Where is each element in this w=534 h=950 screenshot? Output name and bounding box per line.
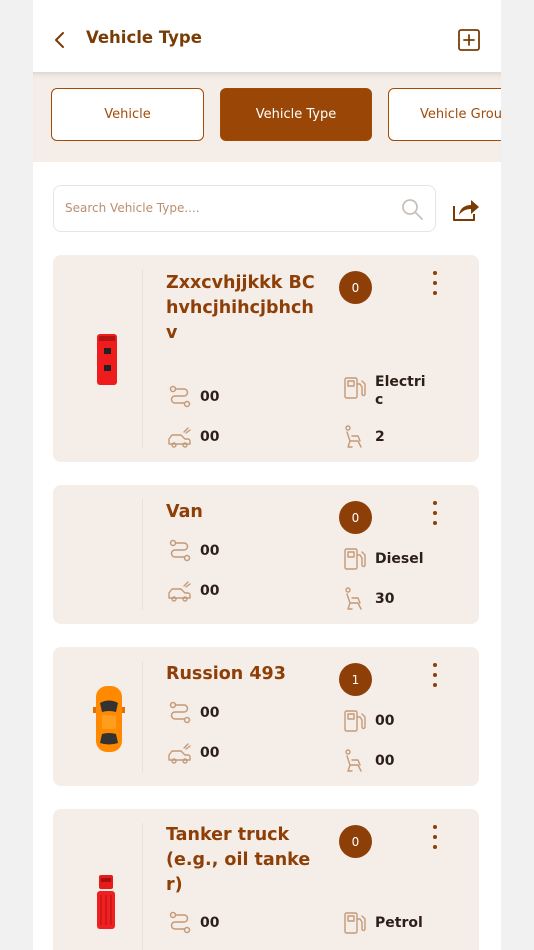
vehicle-count-badge: 0 (339, 271, 372, 304)
route-stat: 00 (167, 384, 219, 410)
seats-stat: 00 (342, 748, 394, 774)
vehicle-count-badge: 0 (339, 501, 372, 534)
vehicle-type-card[interactable]: Tanker truck (e.g., oil tanker) 0 00 Pet… (53, 809, 479, 950)
vehicle-count-badge: 0 (339, 825, 372, 858)
car-icon (168, 581, 191, 602)
add-plus-square-icon[interactable] (457, 28, 481, 52)
vehicle-type-name: Tanker truck (e.g., oil tanker) (166, 825, 311, 895)
fuel-type-stat: Petrol (342, 910, 423, 936)
seats-stat: 30 (342, 586, 394, 612)
car-icon (168, 743, 191, 764)
route-stat: 00 (167, 538, 219, 564)
fuel-pump-icon (344, 548, 366, 570)
more-options-icon[interactable] (425, 269, 445, 297)
seats-stat: 2 (342, 424, 385, 450)
fuel-type-stat: 00 (342, 708, 394, 734)
more-options-icon[interactable] (425, 823, 445, 851)
seat-icon (345, 425, 362, 448)
search-icon (402, 199, 423, 220)
car-stat: 00 (167, 424, 219, 450)
vehicle-count-badge: 1 (339, 663, 372, 696)
app-screen: Vehicle Type Vehicle Vehicle Type Vehicl… (33, 0, 501, 950)
vehicle-type-name: Van (166, 502, 203, 522)
tab-vehicle-type[interactable]: Vehicle Type (220, 88, 372, 141)
tab-vehicle[interactable]: Vehicle (51, 88, 204, 141)
more-options-icon[interactable] (425, 499, 445, 527)
red-bus-image (97, 334, 117, 385)
page-title: Vehicle Type (86, 28, 202, 47)
search-placeholder: Search Vehicle Type.... (65, 201, 200, 215)
fuel-type-stat: Electric (342, 373, 427, 409)
seat-icon (345, 749, 362, 772)
seat-icon (345, 587, 362, 610)
fuel-pump-icon (344, 912, 366, 934)
car-stat: 00 (167, 740, 219, 766)
more-options-icon[interactable] (425, 661, 445, 689)
tab-bar: Vehicle Vehicle Type Vehicle Group (33, 72, 501, 162)
car-icon (168, 427, 191, 448)
back-chevron-icon[interactable] (51, 28, 73, 52)
route-stat: 00 (167, 700, 219, 726)
vehicle-type-name: Russion 493 (166, 664, 286, 684)
car-stat: 00 (167, 578, 219, 604)
route-stat: 00 (167, 910, 219, 936)
vehicle-type-card[interactable]: Van 0 00 00 Diesel 30 (53, 485, 479, 624)
route-icon (169, 701, 191, 724)
search-input[interactable]: Search Vehicle Type.... (53, 185, 436, 232)
share-icon[interactable] (451, 196, 481, 224)
top-bar: Vehicle Type (33, 0, 501, 72)
vehicle-type-name: Zxxcvhjjkkk BC hvhcjhihcjbhchv (166, 273, 315, 343)
fuel-pump-icon (344, 710, 366, 732)
orange-car-image (93, 686, 125, 752)
route-icon (169, 539, 191, 562)
fuel-pump-icon (344, 377, 366, 399)
tab-vehicle-group[interactable]: Vehicle Group (388, 88, 501, 141)
vehicle-type-card[interactable]: Zxxcvhjjkkk BC hvhcjhihcjbhchv 0 00 00 E… (53, 255, 479, 462)
vehicle-type-card[interactable]: Russion 493 1 00 00 00 00 (53, 647, 479, 786)
fuel-type-stat: Diesel (342, 546, 424, 572)
route-icon (169, 385, 191, 408)
red-tanker-image (97, 875, 115, 929)
route-icon (169, 911, 191, 934)
